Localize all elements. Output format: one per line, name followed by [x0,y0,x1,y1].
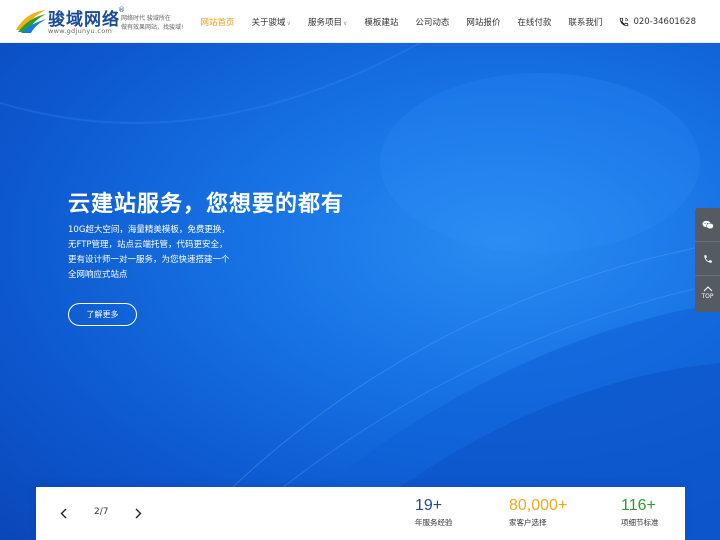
hero-description: 10G超大空间，海量精美模板，免费更换， 无FTP管理，站点云端托管，代码更安全… [68,223,258,283]
nav-label: 在线付款 [517,17,552,28]
stat-customers: 80,000+ 家客户选择 [509,497,567,528]
nav-item-pricing[interactable]: 网站报价 [466,16,500,28]
stat-years: 19+ 年服务经验 [415,497,453,528]
hero-desc-line: 无FTP管理，站点云端托管，代码更安全， [68,240,228,250]
nav-item-contact[interactable]: 联系我们 [568,16,602,28]
logo-domain: www.gdjunyu.com [48,27,113,35]
back-to-top-button[interactable]: TOP [695,276,720,310]
slider-next-button[interactable] [131,506,145,520]
nav-item-news[interactable]: 公司动态 [415,16,449,28]
stat-value: 116+ [621,497,656,514]
hero-desc-line: 更有设计师一对一服务，为您快速搭建一个 [68,255,230,265]
nav-item-home[interactable]: 网站首页 [201,16,235,28]
site-header: 骏域网络 ® www.gdjunyu.com 网络时代 骏域所在 做有效果网站，… [0,0,720,43]
nav-label: 模板建站 [364,17,399,28]
nav-item-templates[interactable]: 模板建站 [364,16,398,28]
hero-banner: 云建站服务，您想要的都有 10G超大空间，海量精美模板，免费更换， 无FTP管理… [0,43,720,540]
chevron-right-icon [135,508,141,518]
nav-label: 联系我们 [568,17,603,28]
slider-counter: 2/7 [94,507,109,517]
stats-panel: 2/7 19+ 年服务经验 80,000+ 家客户选择 116+ 项细节标准 [36,487,685,540]
nav-item-payment[interactable]: 在线付款 [517,16,551,28]
back-to-top-label: TOP [701,293,714,300]
site-logo[interactable]: 骏域网络 ® www.gdjunyu.com 网络时代 骏域所在 做有效果网站，… [14,6,183,38]
float-wechat[interactable] [695,208,720,242]
nav-item-about[interactable]: 关于骏域∨ [252,16,291,28]
stat-label: 项细节标准 [621,518,659,527]
nav-label: 服务项目 [307,17,342,28]
side-float-bar: TOP [695,208,720,312]
wechat-icon [702,220,714,229]
logo-slogan-line1: 网络时代 骏域所在 [121,15,171,22]
stat-label: 年服务经验 [415,518,453,527]
logo-registered-mark: ® [118,6,125,14]
chevron-down-icon: ∨ [342,19,348,27]
stat-standards: 116+ 项细节标准 [621,497,659,528]
phone-number: 020-34601628 [633,16,696,27]
nav-label: 公司动态 [415,17,450,28]
hero-background-waves [0,43,720,540]
phone-icon [703,254,712,263]
hero-title: 云建站服务，您想要的都有 [68,192,345,217]
logo-slogan-line2: 做有效果网站，找骏域! [121,24,184,31]
stat-label: 家客户选择 [509,518,547,527]
stat-value: 19+ [415,497,443,514]
chevron-up-icon [703,286,712,292]
stat-value: 80,000+ [509,497,568,514]
main-nav: 网站首页 关于骏域∨ 服务项目∨ 模板建站 公司动态 网站报价 在线付款 联系我… [201,0,720,43]
logo-slogan: 网络时代 骏域所在 做有效果网站，找骏域! [121,14,191,32]
nav-label: 关于骏域 [251,17,286,28]
logo-swoosh-icon [16,10,47,33]
hero-desc-line: 全网响应式站点 [68,270,128,280]
chevron-left-icon [60,508,66,518]
float-phone[interactable] [695,242,720,276]
slider-prev-button[interactable] [56,506,70,520]
nav-label: 网站报价 [466,17,501,28]
nav-label: 网站首页 [200,17,235,28]
learn-more-button[interactable]: 了解更多 [68,303,137,326]
phone-icon [620,17,629,26]
nav-item-services[interactable]: 服务项目∨ [308,16,347,28]
chevron-down-icon: ∨ [286,19,291,27]
hero-desc-line: 10G超大空间，海量精美模板，免费更换， [68,225,230,235]
header-phone[interactable]: 020-34601628 [619,17,696,27]
